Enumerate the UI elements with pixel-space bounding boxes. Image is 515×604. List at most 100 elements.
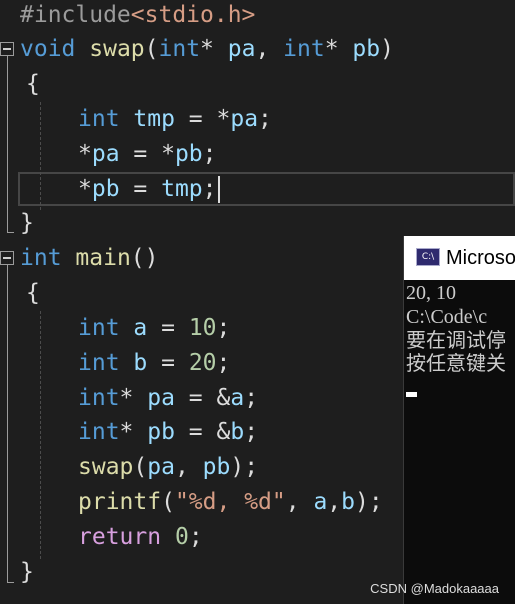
code-token: a — [313, 489, 328, 515]
code-token: ; — [202, 176, 217, 202]
code-token: int — [78, 419, 120, 445]
code-line-main-signature[interactable]: int main() — [20, 241, 159, 276]
code-token: int — [78, 385, 120, 411]
code-token: 0 — [174, 524, 189, 550]
code-token: = * — [119, 141, 175, 167]
code-token: pa — [227, 36, 256, 62]
code-token: "%d, %d" — [174, 489, 286, 515]
code-token: , — [285, 489, 314, 515]
code-line-pb-decl[interactable]: int* pb = &b; — [78, 415, 258, 450]
code-token: tmp — [161, 176, 203, 202]
code-token: b — [341, 489, 356, 515]
code-token: swap — [89, 36, 145, 62]
console-titlebar[interactable]: C:\ Microsoft Visual Studio 调试控制台 — [404, 236, 515, 280]
code-line-include[interactable]: #include<stdio.h> — [20, 0, 255, 33]
code-token: = & — [174, 385, 231, 411]
main-fold-line — [7, 265, 8, 582]
collapse-swap-icon[interactable] — [0, 42, 14, 56]
code-token: <stdio.h> — [130, 2, 256, 28]
swap-fold-line — [7, 56, 8, 232]
code-token: swap — [78, 454, 134, 480]
code-token: ; — [216, 350, 231, 376]
code-line-printf-call[interactable]: printf("%d, %d", a,b); — [78, 485, 383, 520]
collapse-main-icon[interactable] — [0, 251, 14, 265]
code-token: printf — [78, 489, 162, 515]
code-line-pa-assign[interactable]: *pa = *pb; — [78, 137, 217, 172]
code-token: * — [324, 36, 353, 62]
code-token: b — [230, 419, 245, 445]
console-output-line: 按任意键关 — [406, 353, 506, 375]
code-line-b-decl[interactable]: int b = 20; — [78, 346, 230, 381]
code-token: a — [230, 385, 245, 411]
code-token: #include — [20, 2, 131, 28]
code-token: ) — [380, 36, 394, 62]
code-token: 20 — [188, 350, 217, 376]
console-app-icon: C:\ — [416, 248, 440, 266]
console-cursor — [406, 392, 417, 397]
code-token: int — [20, 245, 62, 271]
code-token: { — [26, 71, 40, 97]
code-token: pb — [174, 141, 203, 167]
code-token: pb — [202, 454, 231, 480]
debug-console-window[interactable]: C:\ Microsoft Visual Studio 调试控制台 20, 10… — [403, 236, 515, 604]
code-token: ); — [230, 454, 259, 480]
code-token: pb — [352, 36, 381, 62]
console-output-line: 20, 10 — [406, 282, 456, 304]
console-title: Microsoft Visual Studio 调试控制台 — [446, 247, 515, 269]
code-token: main — [75, 245, 131, 271]
code-line-pb-assign[interactable]: *pb = tmp; — [78, 172, 217, 207]
code-token: ( — [133, 454, 148, 480]
console-output-line: 要在调试停 — [406, 330, 506, 352]
code-token: ; — [216, 315, 231, 341]
code-token: = — [119, 176, 162, 202]
code-token: int — [78, 350, 120, 376]
swap-fold-end — [7, 232, 14, 233]
code-token: ; — [188, 524, 203, 550]
indent-guide — [40, 102, 41, 210]
code-line-tmp-decl[interactable]: int tmp = *pa; — [78, 102, 272, 137]
code-token: pb — [147, 419, 175, 445]
code-token: ; — [202, 141, 217, 167]
code-line-swap-close-brace[interactable]: } — [20, 206, 34, 241]
code-line-swap-signature[interactable]: void swap(int* pa, int* pb) — [20, 32, 394, 67]
code-token: , — [327, 489, 342, 515]
code-token: b — [133, 350, 148, 376]
code-token: a — [133, 315, 148, 341]
code-token: pa — [147, 454, 175, 480]
code-token: return — [78, 524, 162, 550]
code-token: * — [78, 176, 92, 202]
code-line-return-stmt[interactable]: return 0; — [78, 520, 203, 555]
code-token: int — [78, 315, 120, 341]
code-line-swap-call[interactable]: swap(pa, pb); — [78, 450, 258, 485]
code-token: , — [174, 454, 203, 480]
code-line-main-open-brace[interactable]: { — [26, 276, 40, 311]
code-token: = * — [174, 106, 231, 132]
code-token: = — [147, 315, 189, 341]
code-token: ( — [144, 36, 159, 62]
code-token: () — [130, 245, 159, 271]
code-token: = — [147, 350, 189, 376]
code-token: } — [20, 210, 34, 236]
watermark: CSDN @Madokaaaaa — [370, 581, 499, 596]
main-fold-end — [7, 582, 14, 583]
code-line-a-decl[interactable]: int a = 10; — [78, 311, 230, 346]
code-token: pa — [91, 141, 120, 167]
code-token: } — [20, 559, 34, 585]
console-output-line: C:\Code\c — [406, 306, 488, 328]
code-token: void — [20, 36, 76, 62]
code-token: pa — [147, 385, 175, 411]
code-line-main-close-brace[interactable]: } — [20, 555, 34, 590]
code-token: { — [26, 280, 40, 306]
code-token: * — [119, 419, 148, 445]
code-token: tmp — [133, 106, 175, 132]
code-token: * — [119, 385, 148, 411]
code-line-swap-open-brace[interactable]: { — [26, 67, 40, 102]
code-line-pa-decl[interactable]: int* pa = &a; — [78, 381, 258, 416]
code-token: int — [283, 36, 325, 62]
code-token: * — [78, 141, 92, 167]
